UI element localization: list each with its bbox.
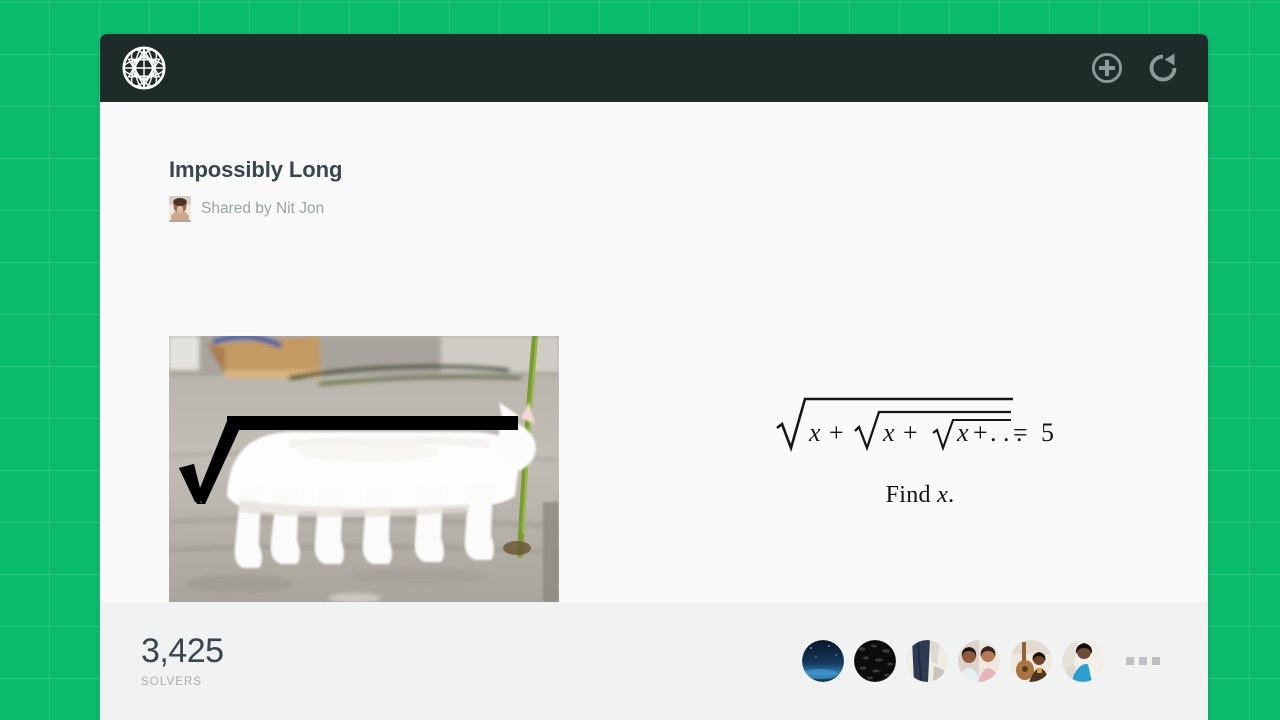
puzzle-card: Impossibly Long Shared by Nit Jon x + x … xyxy=(100,34,1208,720)
svg-text:+: + xyxy=(973,418,988,447)
shared-by-row: Shared by Nit Jon xyxy=(169,196,342,223)
solver-avatar-1[interactable] xyxy=(802,640,844,682)
svg-text:5: 5 xyxy=(1041,418,1054,447)
solver-avatar-3[interactable] xyxy=(906,640,948,682)
denim-avatar xyxy=(906,640,948,682)
solver-avatar-6[interactable] xyxy=(1062,640,1104,682)
dark-texture-avatar xyxy=(854,640,896,682)
more-dots-icon[interactable] xyxy=(1126,657,1160,665)
plus-circle-icon[interactable] xyxy=(1090,51,1124,85)
svg-text:+: + xyxy=(829,418,844,447)
find-x-prompt: Find x. xyxy=(660,482,1180,509)
svg-text:+: + xyxy=(903,418,918,447)
svg-text:x: x xyxy=(956,418,969,447)
svg-text:x: x xyxy=(808,418,821,447)
geodesic-sphere-logo xyxy=(122,46,166,90)
header-actions xyxy=(1090,51,1180,85)
more-dot xyxy=(1152,657,1160,665)
refresh-icon[interactable] xyxy=(1146,51,1180,85)
puzzle-content: x + x + x + . . . = 5 Find x. xyxy=(100,336,1208,606)
app-logo[interactable] xyxy=(122,46,166,90)
more-dot xyxy=(1126,657,1134,665)
puzzle-problem: x + x + x + . . . = 5 Find x. xyxy=(660,336,1180,509)
two-people-avatar xyxy=(958,640,1000,682)
card-footer: 3,425 SOLVERS xyxy=(100,602,1208,720)
solver-avatar-5[interactable] xyxy=(1010,640,1052,682)
night-sky-avatar xyxy=(802,640,844,682)
svg-text:x: x xyxy=(882,418,895,447)
solver-avatar-list xyxy=(802,640,1160,682)
find-x-variable: x xyxy=(937,482,949,508)
solvers-block: 3,425 SOLVERS xyxy=(141,634,224,689)
guitar-person-avatar xyxy=(1010,640,1052,682)
nested-radical-equation: x + x + x + . . . = 5 xyxy=(776,397,1054,453)
app-header xyxy=(100,34,1208,102)
equation-display: x + x + x + . . . = 5 xyxy=(660,384,1180,454)
svg-text:=: = xyxy=(1013,418,1028,447)
find-x-suffix: . xyxy=(948,482,955,508)
long-cat-radical-photo xyxy=(169,336,559,603)
puzzle-image xyxy=(169,336,559,603)
solvers-label: SOLVERS xyxy=(141,675,203,688)
title-block: Impossibly Long Shared by Nit Jon xyxy=(169,157,343,223)
card-body: Impossibly Long Shared by Nit Jon x + x … xyxy=(100,102,1208,603)
page-root: Impossibly Long Shared by Nit Jon x + x … xyxy=(0,0,1280,720)
shared-by-label: Shared by Nit Jon xyxy=(201,200,325,218)
solver-avatar-2[interactable] xyxy=(854,640,896,682)
person-blue-avatar xyxy=(1062,640,1104,682)
solver-avatar-4[interactable] xyxy=(958,640,1000,682)
solvers-count: 3,425 xyxy=(141,631,224,670)
page-title: Impossibly Long xyxy=(169,157,343,182)
find-x-prefix: Find xyxy=(885,482,938,508)
sharer-avatar-photo xyxy=(169,196,191,223)
more-dot xyxy=(1139,657,1147,665)
